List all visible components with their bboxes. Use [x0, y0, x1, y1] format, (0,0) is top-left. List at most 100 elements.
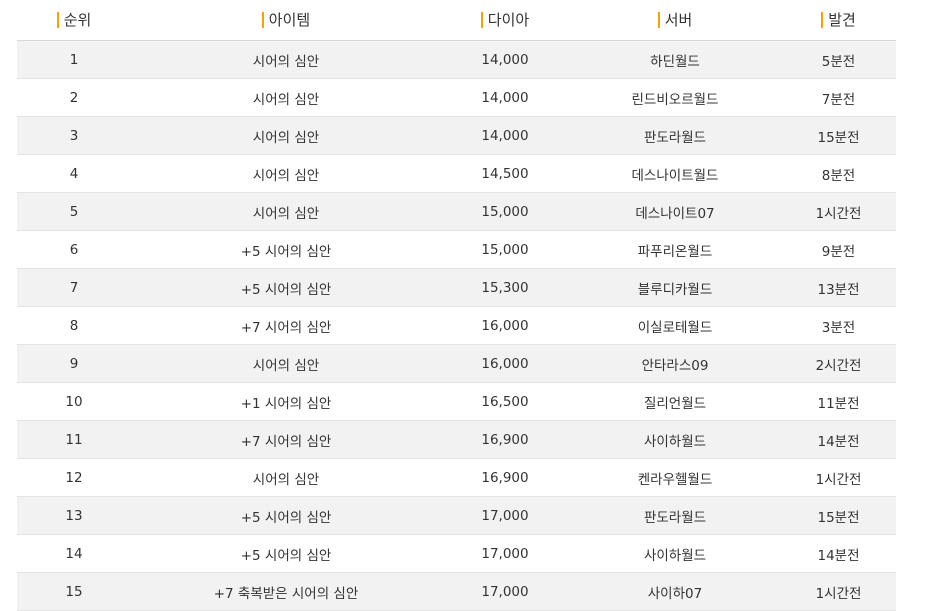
found-cell: 15분전	[781, 116, 896, 155]
item-cell: 시어의 심안	[131, 40, 441, 79]
item-cell: +1 시어의 심안	[131, 382, 441, 421]
item-cell: 시어의 심안	[131, 458, 441, 497]
item-cell: 시어의 심안	[131, 116, 441, 155]
rank-cell: 10	[17, 382, 131, 421]
diamond-cell: 17,000	[441, 572, 569, 611]
server-cell: 판도라월드	[569, 116, 781, 155]
server-cell: 켄라우헬월드	[569, 458, 781, 497]
table-row[interactable]: 7 +5 시어의 심안 15,300 블루디카월드 13분전	[17, 268, 896, 307]
header-diamond-label: 다이아	[480, 12, 529, 28]
diamond-cell: 14,000	[441, 40, 569, 79]
found-cell: 3분전	[781, 306, 896, 345]
server-cell: 하딘월드	[569, 40, 781, 79]
rank-cell: 12	[17, 458, 131, 497]
rank-cell: 15	[17, 572, 131, 611]
table-row[interactable]: 3 시어의 심안 14,000 판도라월드 15분전	[17, 116, 896, 155]
table-row[interactable]: 11 +7 시어의 심안 16,900 사이하월드 14분전	[17, 420, 896, 459]
found-cell: 15분전	[781, 496, 896, 535]
rank-cell: 11	[17, 420, 131, 459]
found-cell: 5분전	[781, 40, 896, 79]
rank-cell: 13	[17, 496, 131, 535]
diamond-cell: 15,000	[441, 192, 569, 231]
item-cell: +5 시어의 심안	[131, 534, 441, 573]
server-cell: 블루디카월드	[569, 268, 781, 307]
header-server-label: 서버	[657, 12, 692, 28]
table-row[interactable]: 4 시어의 심안 14,500 데스나이트월드 8분전	[17, 154, 896, 193]
table-row[interactable]: 12 시어의 심안 16,900 켄라우헬월드 1시간전	[17, 458, 896, 497]
item-cell: +5 시어의 심안	[131, 268, 441, 307]
server-cell: 안타라스09	[569, 344, 781, 383]
header-found[interactable]: 발견	[781, 0, 896, 41]
item-cell: 시어의 심안	[131, 78, 441, 117]
table-row[interactable]: 1 시어의 심안 14,000 하딘월드 5분전	[17, 40, 896, 79]
diamond-cell: 17,000	[441, 534, 569, 573]
table-row[interactable]: 14 +5 시어의 심안 17,000 사이하월드 14분전	[17, 534, 896, 573]
table-row[interactable]: 5 시어의 심안 15,000 데스나이트07 1시간전	[17, 192, 896, 231]
diamond-cell: 15,300	[441, 268, 569, 307]
found-cell: 9분전	[781, 230, 896, 269]
rank-cell: 5	[17, 192, 131, 231]
rank-cell: 3	[17, 116, 131, 155]
diamond-cell: 15,000	[441, 230, 569, 269]
found-cell: 14분전	[781, 420, 896, 459]
table-header: 순위 아이템 다이아 서버 발견	[17, 0, 896, 41]
table-row[interactable]: 10 +1 시어의 심안 16,500 질리언월드 11분전	[17, 382, 896, 421]
price-ranking-table-container: 순위 아이템 다이아 서버 발견 1 시어의 심안 14,000 하딘월드 5분전 2 시어…	[17, 0, 896, 611]
server-cell: 사이하월드	[569, 420, 781, 459]
rank-cell: 2	[17, 78, 131, 117]
header-row: 순위 아이템 다이아 서버 발견	[17, 0, 896, 41]
found-cell: 7분전	[781, 78, 896, 117]
rank-cell: 14	[17, 534, 131, 573]
rank-cell: 4	[17, 154, 131, 193]
item-cell: +7 시어의 심안	[131, 420, 441, 459]
table-row[interactable]: 6 +5 시어의 심안 15,000 파푸리온월드 9분전	[17, 230, 896, 269]
rank-cell: 1	[17, 40, 131, 79]
found-cell: 8분전	[781, 154, 896, 193]
server-cell: 데스나이트월드	[569, 154, 781, 193]
item-cell: 시어의 심안	[131, 154, 441, 193]
diamond-cell: 16,500	[441, 382, 569, 421]
item-cell: 시어의 심안	[131, 192, 441, 231]
header-rank[interactable]: 순위	[17, 0, 131, 41]
diamond-cell: 17,000	[441, 496, 569, 535]
item-cell: +7 축복받은 시어의 심안	[131, 572, 441, 611]
table-row[interactable]: 15 +7 축복받은 시어의 심안 17,000 사이하07 1시간전	[17, 572, 896, 611]
header-diamond[interactable]: 다이아	[441, 0, 569, 41]
server-cell: 파푸리온월드	[569, 230, 781, 269]
header-rank-label: 순위	[56, 12, 91, 28]
found-cell: 1시간전	[781, 458, 896, 497]
header-found-label: 발견	[821, 12, 856, 28]
server-cell: 이실로테월드	[569, 306, 781, 345]
header-item[interactable]: 아이템	[131, 0, 441, 41]
server-cell: 사이하07	[569, 572, 781, 611]
rank-cell: 7	[17, 268, 131, 307]
rank-cell: 8	[17, 306, 131, 345]
diamond-cell: 14,500	[441, 154, 569, 193]
found-cell: 11분전	[781, 382, 896, 421]
server-cell: 판도라월드	[569, 496, 781, 535]
table-row[interactable]: 9 시어의 심안 16,000 안타라스09 2시간전	[17, 344, 896, 383]
rank-cell: 9	[17, 344, 131, 383]
found-cell: 13분전	[781, 268, 896, 307]
table-row[interactable]: 2 시어의 심안 14,000 린드비오르월드 7분전	[17, 78, 896, 117]
header-server[interactable]: 서버	[569, 0, 781, 41]
server-cell: 데스나이트07	[569, 192, 781, 231]
price-ranking-table: 순위 아이템 다이아 서버 발견 1 시어의 심안 14,000 하딘월드 5분전 2 시어…	[17, 0, 896, 611]
diamond-cell: 16,900	[441, 420, 569, 459]
diamond-cell: 16,000	[441, 306, 569, 345]
item-cell: +5 시어의 심안	[131, 496, 441, 535]
header-item-label: 아이템	[261, 12, 310, 28]
server-cell: 질리언월드	[569, 382, 781, 421]
found-cell: 2시간전	[781, 344, 896, 383]
table-row[interactable]: 13 +5 시어의 심안 17,000 판도라월드 15분전	[17, 496, 896, 535]
found-cell: 1시간전	[781, 192, 896, 231]
item-cell: 시어의 심안	[131, 344, 441, 383]
table-body: 1 시어의 심안 14,000 하딘월드 5분전 2 시어의 심안 14,000 린드비오르월드…	[17, 40, 896, 611]
table-row[interactable]: 8 +7 시어의 심안 16,000 이실로테월드 3분전	[17, 306, 896, 345]
diamond-cell: 16,900	[441, 458, 569, 497]
found-cell: 1시간전	[781, 572, 896, 611]
server-cell: 린드비오르월드	[569, 78, 781, 117]
diamond-cell: 14,000	[441, 78, 569, 117]
found-cell: 14분전	[781, 534, 896, 573]
rank-cell: 6	[17, 230, 131, 269]
